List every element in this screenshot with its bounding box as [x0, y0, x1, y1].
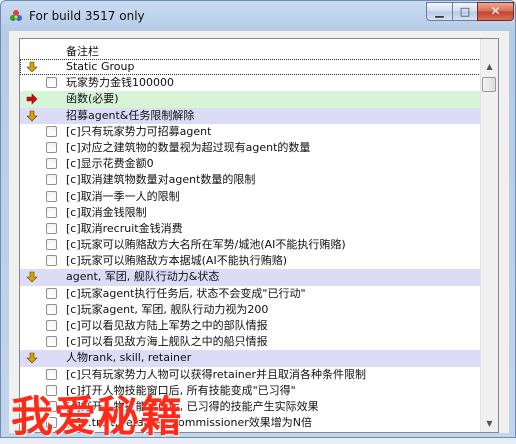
group-row[interactable]: 招募agent&任务限制解除 — [20, 107, 481, 124]
row-label: Static Group — [66, 60, 135, 73]
list-item[interactable]: [c]只有玩家势力人物可以获得retainer并且取消各种条件限制 — [20, 367, 481, 383]
list-item[interactable]: [c]显示花费金额0 — [20, 156, 481, 172]
row-label: [c]可以看见敌方海上舰队之中的船只情报 — [66, 335, 268, 349]
window-title: For build 3517 only — [29, 9, 145, 23]
row-checkbox[interactable] — [46, 303, 57, 315]
list-item[interactable]: [c]玩家agent, 军团, 舰队行动力视为200 — [20, 302, 481, 318]
scroll-up-icon[interactable]: ▲ — [482, 59, 497, 75]
list-header[interactable]: 备注栏 — [20, 39, 481, 60]
list-item[interactable]: [c]玩家可以贿赂敌方大名所在军势/城池(AI不能执行贿赂) — [20, 237, 481, 253]
minimize-button[interactable]: ▁ — [426, 2, 453, 21]
row-checkbox[interactable] — [46, 239, 57, 251]
scroll-down-icon[interactable]: ▼ — [482, 416, 497, 432]
list-item[interactable]: [c]取消recruit金钱消费 — [20, 221, 481, 237]
minimize-icon: ▁ — [435, 5, 444, 18]
group-row[interactable]: 人物rank, skill, retainer — [20, 350, 481, 367]
window-client-area: 备注栏 Static Group 玩家势力金钱100000 函数(必要) 招募agen… — [9, 31, 509, 433]
list-item[interactable]: [c]取消建筑物数量对agent数量的限制 — [20, 172, 481, 188]
list-item[interactable]: [c]可以看见敌方海上舰队之中的船只情报 — [20, 334, 481, 350]
app-icon — [10, 10, 22, 21]
list-item[interactable]: [c]取消一季一人的限制 — [20, 189, 481, 205]
maximize-button[interactable]: □ — [452, 2, 478, 21]
list-rows: Static Group 玩家势力金钱100000 函数(必要) 招募agent&任务… — [20, 59, 481, 431]
list-item[interactable]: [c]对应之建筑物的数量视为超过现有agent的数量 — [20, 140, 481, 156]
row-checkbox[interactable] — [46, 320, 57, 331]
app-window: For build 3517 only ▁ □ ✕ 备注栏 Static Gro… — [0, 0, 516, 441]
row-label: [c]取消建筑物数量对agent数量的限制 — [66, 173, 256, 187]
row-label: [c]显示花费金额0 — [66, 157, 154, 171]
column-header-notes: 备注栏 — [66, 45, 99, 58]
row-checkbox[interactable] — [46, 336, 57, 348]
row-checkbox[interactable] — [46, 287, 57, 299]
row-label: [c]玩家agent执行任务后, 状态不会变成"已行动" — [66, 286, 306, 300]
arrow-down-icon[interactable] — [26, 110, 38, 122]
row-label: 人物rank, skill, retainer — [66, 351, 192, 365]
row-label: [c]取消一季一人的限制 — [66, 189, 180, 203]
cheat-list[interactable]: 备注栏 Static Group 玩家势力金钱100000 函数(必要) 招募agen… — [19, 38, 499, 433]
row-checkbox[interactable] — [46, 190, 57, 202]
row-label: [c]只有玩家势力人物可以获得retainer并且取消各种条件限制 — [66, 367, 367, 381]
list-item[interactable]: [c]取消金钱限制 — [20, 205, 481, 221]
close-button[interactable]: ✕ — [477, 2, 514, 21]
row-label: 函数(必要) — [66, 92, 119, 106]
row-checkbox[interactable] — [46, 125, 57, 137]
row-checkbox[interactable] — [46, 206, 57, 218]
row-checkbox[interactable] — [46, 255, 57, 267]
list-item[interactable]: [c]只有玩家势力可招募agent — [20, 124, 481, 140]
arrow-down-icon[interactable] — [26, 271, 38, 283]
arrow-down-icon[interactable] — [26, 61, 38, 73]
maximize-icon: □ — [459, 5, 471, 18]
row-label: agent, 军团, 舰队行动力&状态 — [66, 270, 220, 284]
list-item[interactable]: [c]可以看见敌方陆上军势之中的部队情报 — [20, 318, 481, 334]
row-label: [c]可以看见敌方陆上军势之中的部队情报 — [66, 319, 268, 332]
watermark-logo: 我爱秘籍 — [11, 392, 184, 441]
group-row[interactable]: 函数(必要) — [20, 91, 481, 108]
row-label: [c]对应之建筑物的数量视为超过现有agent的数量 — [66, 140, 311, 154]
scroll-thumb[interactable] — [482, 77, 496, 92]
group-row[interactable]: Static Group — [20, 59, 481, 76]
row-checkbox[interactable] — [46, 174, 57, 186]
list-item[interactable]: [c]玩家agent执行任务后, 状态不会变成"已行动" — [20, 286, 481, 302]
list-item[interactable]: [c]玩家可以贿赂敌方本据城(AI不能执行贿赂) — [20, 253, 481, 269]
row-checkbox[interactable] — [46, 141, 57, 153]
row-label: [c]玩家可以贿赂敌方本据城(AI不能执行贿赂) — [66, 254, 287, 268]
row-label: 玩家势力金钱100000 — [66, 76, 174, 90]
list-item[interactable]: 玩家势力金钱100000 — [20, 75, 481, 91]
close-icon: ✕ — [490, 4, 501, 18]
row-checkbox[interactable] — [46, 368, 57, 380]
row-label: [c]取消recruit金钱消费 — [66, 221, 183, 235]
row-checkbox[interactable] — [46, 222, 57, 234]
row-label: [c]取消金钱限制 — [66, 205, 147, 219]
row-checkbox[interactable] — [46, 158, 57, 170]
row-label: [c]只有玩家势力可招募agent — [66, 124, 212, 138]
title-bar[interactable]: For build 3517 only ▁ □ ✕ — [1, 1, 515, 31]
arrow-down-icon[interactable] — [26, 352, 38, 364]
group-row[interactable]: agent, 军团, 舰队行动力&状态 — [20, 269, 481, 286]
arrow-right-icon[interactable] — [26, 93, 38, 106]
row-label: [c]玩家可以贿赂敌方大名所在军势/城池(AI不能执行贿赂) — [66, 238, 346, 252]
vertical-scrollbar[interactable]: ▲ ▼ — [480, 39, 498, 432]
row-label: 招募agent&任务限制解除 — [66, 108, 195, 122]
row-checkbox[interactable] — [46, 77, 57, 89]
row-label: [c]玩家agent, 军团, 舰队行动力视为200 — [66, 302, 269, 316]
